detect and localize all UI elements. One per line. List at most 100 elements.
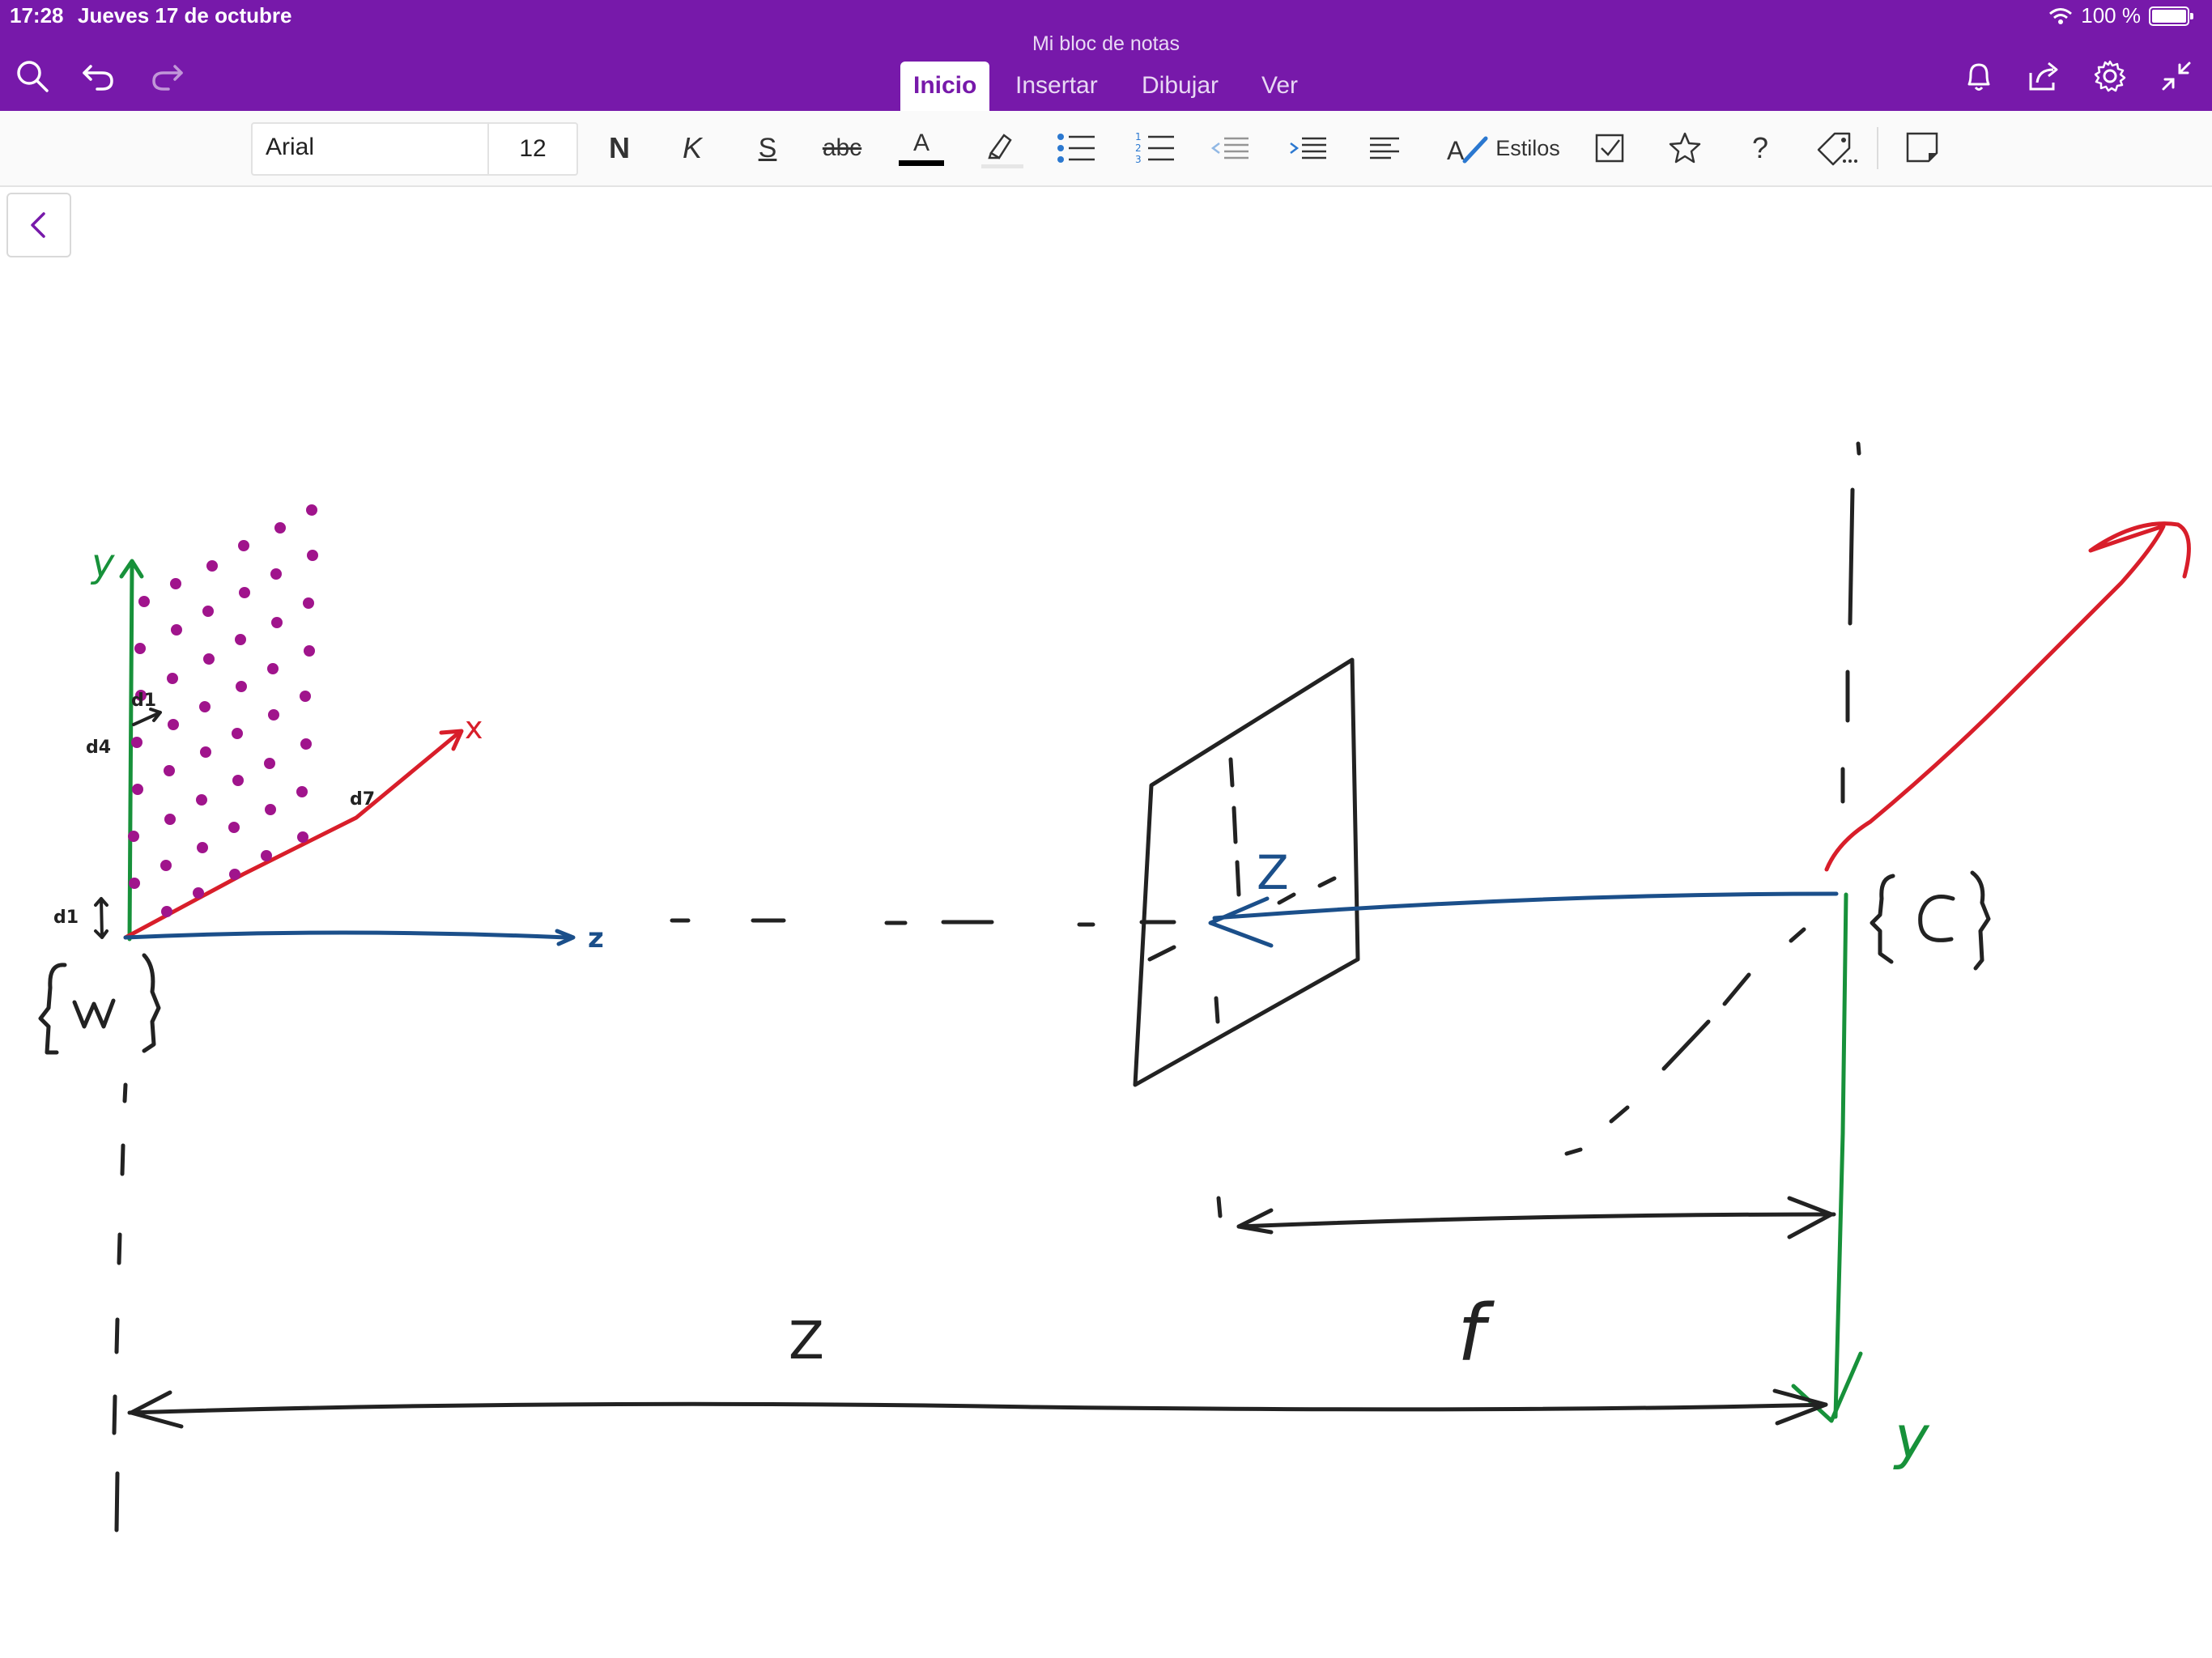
calibration-dot [235,634,246,645]
calibration-dot [300,691,311,702]
camera-y-axis [1833,892,1848,1419]
d1-left-label: d1 [53,908,79,928]
x-axis-label: x [465,710,483,746]
todo-checkbox-icon[interactable] [1592,125,1629,171]
calibration-dot [268,709,279,721]
help-button[interactable]: ? [1744,125,1776,171]
star-tag-icon[interactable] [1666,125,1704,171]
collapse-icon[interactable] [2157,57,2196,96]
indent-icon[interactable] [1286,125,1331,171]
svg-text:2: 2 [1135,142,1142,154]
calibration-dot [303,597,314,609]
undo-icon[interactable] [79,57,118,96]
focal-left-tick [1216,1196,1223,1218]
calibration-dot [270,568,282,580]
svg-text:3: 3 [1135,154,1142,165]
distance-arrow [127,1401,1828,1415]
calibration-dot [203,653,215,665]
calibration-dot [161,906,172,917]
numbered-list-icon[interactable]: 1 2 3 [1134,125,1179,171]
gear-icon[interactable] [2091,57,2129,96]
d1-left-arrow [94,897,108,939]
image-plane [1133,657,1360,1087]
calibration-dot [296,786,308,797]
wifi-icon [2049,7,2073,24]
world-vertical-dashes [112,1082,128,1533]
calibration-dot [232,728,243,739]
calibration-dot [196,794,207,806]
calibration-dot [197,842,208,853]
camera-y-label: y [1893,1403,1930,1471]
svg-text:A: A [1447,136,1465,164]
camera-frame-label: {C} [1870,891,2023,982]
calibration-dot [129,878,140,889]
battery-icon [2149,6,2193,26]
image-plane-diagonal-dashes [1147,876,1337,962]
calibration-dot [239,587,250,598]
calibration-dot [134,643,146,654]
z-axis-label: z [588,922,604,954]
red-curve [1824,521,2191,872]
bold-button[interactable]: N [603,125,636,171]
world-frame-label: {W} [32,980,208,1071]
styles-icon: A [1447,136,1488,164]
tab-dibujar[interactable]: Dibujar [1129,62,1231,111]
font-name[interactable]: Arial [266,134,314,161]
font-selector[interactable]: Arial 12 [251,122,578,176]
bullet-list-icon[interactable] [1054,125,1100,171]
font-size[interactable]: 12 [487,124,576,174]
world-z-axis [123,930,569,940]
highlighter-icon[interactable] [978,125,1025,171]
tab-inicio[interactable]: Inicio [900,62,990,111]
camera-vertical-dashes [1840,441,1861,804]
focal-arrow-left [1236,1208,1274,1235]
d4-label: d4 [86,738,111,758]
font-color-glyph: A [912,129,929,156]
calibration-dot [200,746,211,758]
status-date: Jueves 17 de octubre [78,3,292,28]
bell-icon[interactable] [1959,57,1998,96]
calibration-dot [267,663,279,674]
strikethrough-button[interactable]: abc [818,125,866,171]
d1-top-label: d1 [131,691,156,711]
calibration-dot [193,887,204,899]
calibration-dot [206,560,218,572]
underline-button[interactable]: S [751,125,784,171]
search-icon[interactable] [13,57,52,96]
calibration-dot [229,869,240,880]
font-color-swatch [899,159,944,166]
styles-button[interactable]: A Estilos [1438,125,1568,171]
calibration-dot [307,550,318,561]
tag-icon[interactable] [1814,125,1859,171]
calibration-dot [168,719,179,730]
calibration-dot [138,596,150,607]
tab-ver[interactable]: Ver [1249,62,1311,111]
outdent-icon[interactable] [1208,125,1253,171]
styles-label: Estilos [1495,135,1560,160]
sticky-note-icon[interactable] [1903,125,1943,171]
camera-y-arrow [1791,1351,1863,1423]
share-icon[interactable] [2024,57,2063,96]
image-plane-vertical-dashes [1214,757,1241,1024]
calibration-dot [160,860,172,871]
calibration-dot [300,738,312,750]
calibration-dot [236,681,247,692]
italic-button[interactable]: K [676,125,708,171]
focal-arrow-right [1787,1196,1834,1239]
note-canvas[interactable]: y x z {W} {C} Z Z f y d1 d4 d7 d1 [0,188,2212,1658]
calibration-dot [131,737,143,748]
tab-insertar[interactable]: Insertar [1002,62,1111,111]
optical-axis-dashes [670,918,1176,927]
redo-icon[interactable] [147,57,186,96]
font-color-button[interactable]: A [897,125,946,171]
app-header: 17:28 Jueves 17 de octubre 100 % Mi bloc… [0,0,2212,111]
calibration-dot [164,765,175,776]
d1-top-arrow [132,708,162,726]
battery-percent: 100 % [2081,3,2141,28]
status-time: 17:28 [10,3,64,28]
calibration-dot [238,540,249,551]
align-left-icon[interactable] [1367,125,1404,171]
d7-label: d7 [350,789,375,810]
calibration-dot [199,701,211,712]
notebook-title: Mi bloc de notas [1032,32,1180,55]
